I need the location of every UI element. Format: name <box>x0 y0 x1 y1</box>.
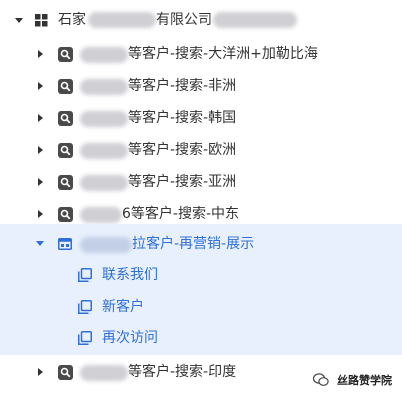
search-campaign-icon <box>58 79 73 94</box>
campaign-row[interactable]: 等客户-搜索-非洲 <box>0 70 402 102</box>
expand-arrow-icon[interactable] <box>38 50 43 58</box>
campaign-name: 等客户-搜索-韩国 <box>128 110 237 126</box>
campaign-name: 拉客户-再营销-展示 <box>132 236 255 252</box>
ad-group-name: 再次访问 <box>102 330 158 346</box>
campaign-name: 等客户-搜索-非洲 <box>128 78 237 94</box>
redacted-blur <box>80 111 128 127</box>
campaign-row-expanded[interactable]: 拉客户-再营销-展示 <box>0 228 402 260</box>
tree-root-row[interactable]: 石家 有限公司 <box>0 4 402 36</box>
adgroup-row[interactable]: 再次访问 <box>0 323 402 355</box>
campaign-name: 等客户-搜索-亚洲 <box>128 174 237 190</box>
search-campaign-icon <box>58 143 73 158</box>
redacted-blur <box>80 207 122 223</box>
account-name-end: 有限公司 <box>156 12 212 28</box>
campaign-row[interactable]: 等客户-搜索-欧洲 <box>0 134 402 166</box>
expand-arrow-icon[interactable] <box>38 210 43 218</box>
redacted-blur <box>88 12 156 28</box>
campaign-row[interactable]: 等客户-搜索-韩国 <box>0 102 402 134</box>
campaign-name: 6等客户-搜索-中东 <box>122 206 240 222</box>
redacted-blur <box>213 12 297 28</box>
search-campaign-icon <box>58 175 73 190</box>
expand-arrow-icon[interactable] <box>38 114 43 122</box>
search-campaign-icon <box>58 47 73 62</box>
redacted-blur <box>80 143 128 159</box>
search-campaign-icon <box>58 111 73 126</box>
account-name-start: 石家 <box>58 12 86 28</box>
campaign-name: 等客户-搜索-印度 <box>128 364 237 380</box>
redacted-blur <box>80 79 128 95</box>
search-campaign-icon <box>58 365 73 380</box>
collapse-arrow-icon[interactable] <box>36 241 44 246</box>
account-grid-icon <box>35 14 48 27</box>
campaign-row[interactable]: 等客户-搜索-亚洲 <box>0 166 402 198</box>
ad-group-icon <box>78 300 92 314</box>
expand-arrow-icon[interactable] <box>38 178 43 186</box>
campaign-row[interactable]: 等客户-搜索-大洋洲+加勒比海 <box>0 38 402 70</box>
collapse-arrow-icon[interactable] <box>15 18 23 23</box>
watermark-text: 丝路赞学院 <box>337 374 392 387</box>
campaign-name: 等客户-搜索-大洋洲+加勒比海 <box>128 46 318 62</box>
expand-arrow-icon[interactable] <box>38 146 43 154</box>
watermark: 丝路赞学院 <box>312 371 392 391</box>
ad-group-name: 联系我们 <box>102 267 158 283</box>
redacted-blur <box>80 237 132 253</box>
adgroup-row[interactable]: 联系我们 <box>0 260 402 292</box>
search-campaign-icon <box>58 207 73 222</box>
redacted-blur <box>80 175 128 191</box>
ad-group-name: 新客户 <box>102 299 144 315</box>
ad-group-icon <box>78 268 92 282</box>
ad-group-icon <box>78 331 92 345</box>
expand-arrow-icon[interactable] <box>38 368 43 376</box>
wechat-icon <box>312 373 329 386</box>
campaign-name: 等客户-搜索-欧洲 <box>128 142 237 158</box>
redacted-blur <box>80 47 128 63</box>
adgroup-row[interactable]: 新客户 <box>0 292 402 324</box>
expand-arrow-icon[interactable] <box>38 82 43 90</box>
redacted-blur <box>80 365 128 381</box>
campaign-tree: 石家 有限公司 等客户-搜索-大洋洲+加勒比海 等客户-搜索-非洲 等客户-搜索… <box>0 0 402 405</box>
display-campaign-icon <box>58 238 72 250</box>
